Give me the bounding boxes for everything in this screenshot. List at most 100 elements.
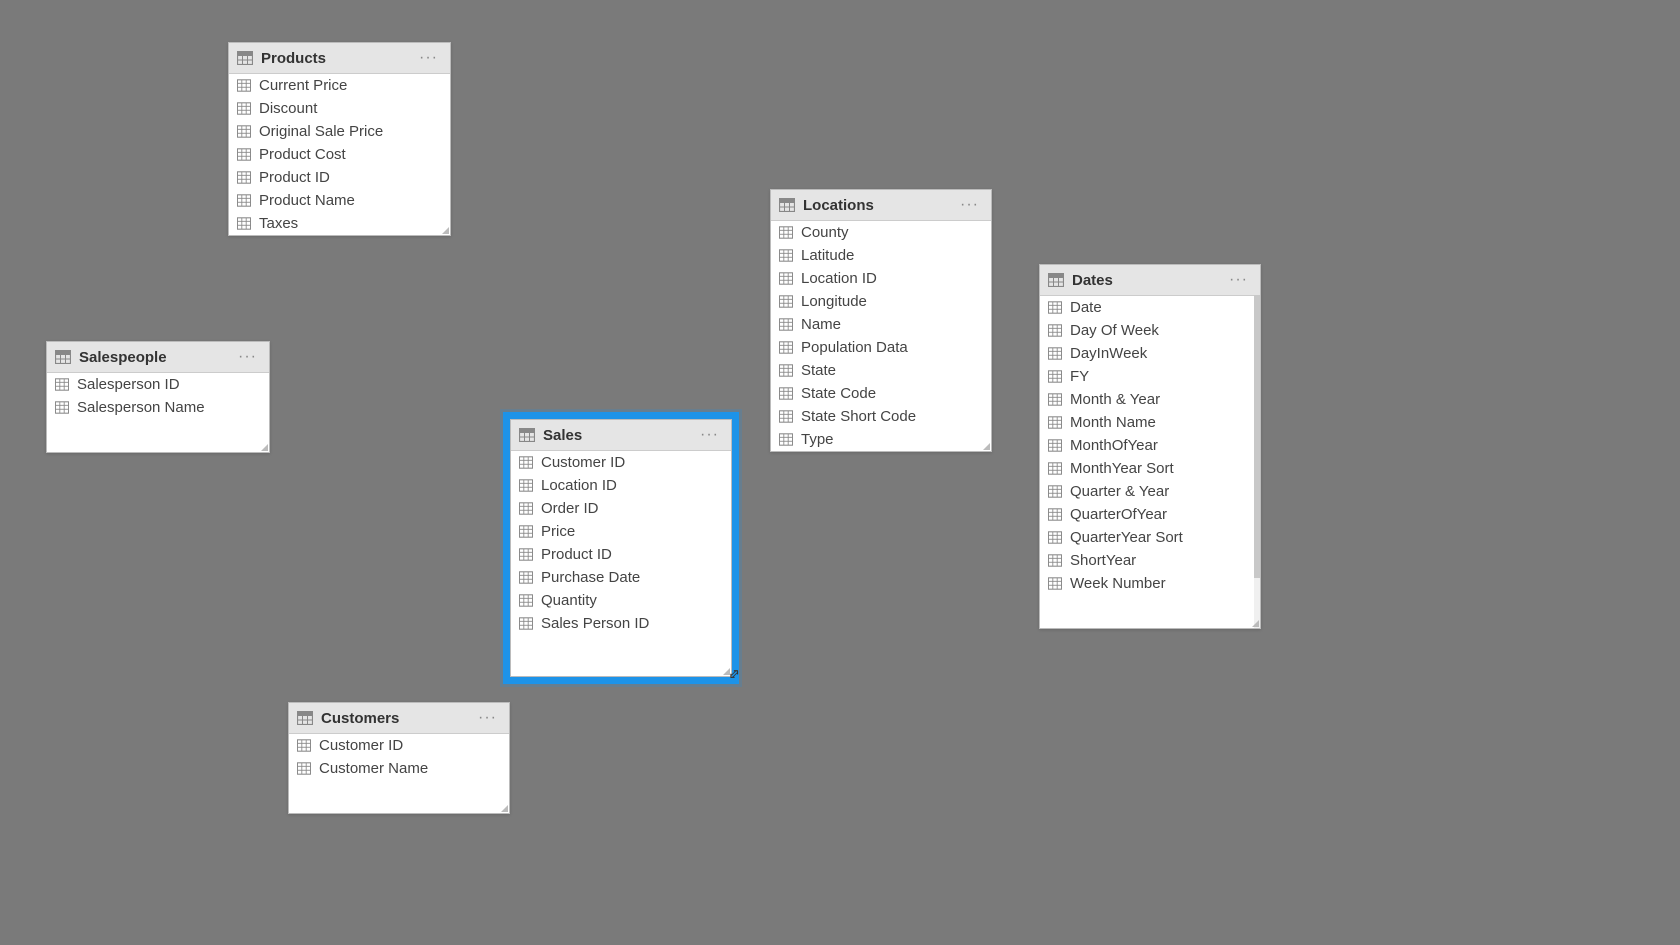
field-row[interactable]: QuarterOfYear — [1040, 503, 1260, 526]
field-row[interactable]: Current Price — [229, 74, 450, 97]
column-icon — [237, 171, 251, 184]
field-label: Salesperson Name — [77, 399, 205, 416]
resize-handle[interactable] — [1250, 618, 1260, 628]
field-row[interactable]: Price — [511, 520, 731, 543]
field-row[interactable]: QuarterYear Sort — [1040, 526, 1260, 549]
field-row[interactable]: DayInWeek — [1040, 342, 1260, 365]
table-card-sales[interactable]: Sales ··· Customer ID Location ID Order … — [510, 419, 732, 677]
field-label: Salesperson ID — [77, 376, 180, 393]
field-row[interactable]: MonthOfYear — [1040, 434, 1260, 457]
field-label: Week Number — [1070, 575, 1166, 592]
column-icon — [1048, 577, 1062, 590]
column-icon — [519, 502, 533, 515]
field-list-dates: Date Day Of Week DayInWeek FY Month & Ye… — [1040, 296, 1260, 595]
field-label: Customer ID — [319, 737, 403, 754]
column-icon — [237, 125, 251, 138]
field-row[interactable]: Longitude — [771, 290, 991, 313]
column-icon — [1048, 462, 1062, 475]
table-card-locations[interactable]: Locations ··· County Latitude Location I… — [770, 189, 992, 452]
column-icon — [779, 387, 793, 400]
more-options-icon[interactable]: ··· — [474, 709, 501, 727]
field-row[interactable]: Customer ID — [511, 451, 731, 474]
field-row[interactable]: Taxes — [229, 212, 450, 235]
field-row[interactable]: Customer ID — [289, 734, 509, 757]
resize-handle[interactable] — [721, 666, 731, 676]
resize-handle[interactable] — [981, 441, 991, 451]
table-card-customers[interactable]: Customers ··· Customer ID Customer Name — [288, 702, 510, 814]
field-row[interactable]: Product Cost — [229, 143, 450, 166]
field-row[interactable]: Population Data — [771, 336, 991, 359]
column-icon — [297, 762, 311, 775]
column-icon — [237, 217, 251, 230]
table-header-sales[interactable]: Sales ··· — [511, 420, 731, 451]
field-row[interactable]: FY — [1040, 365, 1260, 388]
more-options-icon[interactable]: ··· — [956, 196, 983, 214]
resize-handle[interactable] — [499, 803, 509, 813]
resize-handle[interactable] — [440, 225, 450, 235]
field-label: Purchase Date — [541, 569, 640, 586]
field-row[interactable]: ShortYear — [1040, 549, 1260, 572]
field-label: State — [801, 362, 836, 379]
table-header-dates[interactable]: Dates ··· — [1040, 265, 1260, 296]
table-icon — [1048, 273, 1064, 287]
field-label: MonthOfYear — [1070, 437, 1158, 454]
field-label: Current Price — [259, 77, 347, 94]
field-row[interactable]: Day Of Week — [1040, 319, 1260, 342]
scrollbar[interactable] — [1254, 295, 1260, 628]
column-icon — [297, 739, 311, 752]
field-row[interactable]: Type — [771, 428, 991, 451]
field-label: State Code — [801, 385, 876, 402]
field-row[interactable]: MonthYear Sort — [1040, 457, 1260, 480]
field-label: QuarterOfYear — [1070, 506, 1167, 523]
field-row[interactable]: State Short Code — [771, 405, 991, 428]
table-card-products[interactable]: Products ··· Current Price Discount Orig… — [228, 42, 451, 236]
column-icon — [237, 194, 251, 207]
field-row[interactable]: Order ID — [511, 497, 731, 520]
field-row[interactable]: Quantity — [511, 589, 731, 612]
field-row[interactable]: Salesperson Name — [47, 396, 269, 419]
field-label: Type — [801, 431, 834, 448]
table-header-salespeople[interactable]: Salespeople ··· — [47, 342, 269, 373]
scrollbar-thumb[interactable] — [1254, 295, 1260, 578]
resize-handle[interactable] — [259, 442, 269, 452]
field-row[interactable]: Month & Year — [1040, 388, 1260, 411]
field-row[interactable]: Month Name — [1040, 411, 1260, 434]
more-options-icon[interactable]: ··· — [696, 426, 723, 444]
field-row[interactable]: Salesperson ID — [47, 373, 269, 396]
field-label: Quarter & Year — [1070, 483, 1169, 500]
field-row[interactable]: Location ID — [771, 267, 991, 290]
field-row[interactable]: Latitude — [771, 244, 991, 267]
table-title: Dates — [1072, 272, 1225, 289]
field-row[interactable]: Name — [771, 313, 991, 336]
field-row[interactable]: Date — [1040, 296, 1260, 319]
more-options-icon[interactable]: ··· — [234, 348, 261, 366]
field-row[interactable]: Location ID — [511, 474, 731, 497]
field-row[interactable]: Sales Person ID — [511, 612, 731, 635]
field-row[interactable]: Original Sale Price — [229, 120, 450, 143]
table-card-salespeople[interactable]: Salespeople ··· Salesperson ID Salespers… — [46, 341, 270, 453]
field-label: Longitude — [801, 293, 867, 310]
field-row[interactable]: Product ID — [511, 543, 731, 566]
more-options-icon[interactable]: ··· — [1225, 271, 1252, 289]
field-row[interactable]: Week Number — [1040, 572, 1260, 595]
field-row[interactable]: State Code — [771, 382, 991, 405]
field-row[interactable]: Discount — [229, 97, 450, 120]
field-label: ShortYear — [1070, 552, 1136, 569]
field-row[interactable]: Quarter & Year — [1040, 480, 1260, 503]
more-options-icon[interactable]: ··· — [415, 49, 442, 67]
table-header-customers[interactable]: Customers ··· — [289, 703, 509, 734]
field-label: DayInWeek — [1070, 345, 1147, 362]
table-header-products[interactable]: Products ··· — [229, 43, 450, 74]
field-row[interactable]: Product ID — [229, 166, 450, 189]
field-row[interactable]: Product Name — [229, 189, 450, 212]
table-header-locations[interactable]: Locations ··· — [771, 190, 991, 221]
table-icon — [779, 198, 795, 212]
field-row[interactable]: State — [771, 359, 991, 382]
field-row[interactable]: County — [771, 221, 991, 244]
field-row[interactable]: Customer Name — [289, 757, 509, 780]
field-row[interactable]: Purchase Date — [511, 566, 731, 589]
column-icon — [779, 318, 793, 331]
table-title: Products — [261, 50, 415, 67]
table-card-dates[interactable]: Dates ··· Date Day Of Week DayInWeek FY … — [1039, 264, 1261, 629]
field-label: Month & Year — [1070, 391, 1160, 408]
